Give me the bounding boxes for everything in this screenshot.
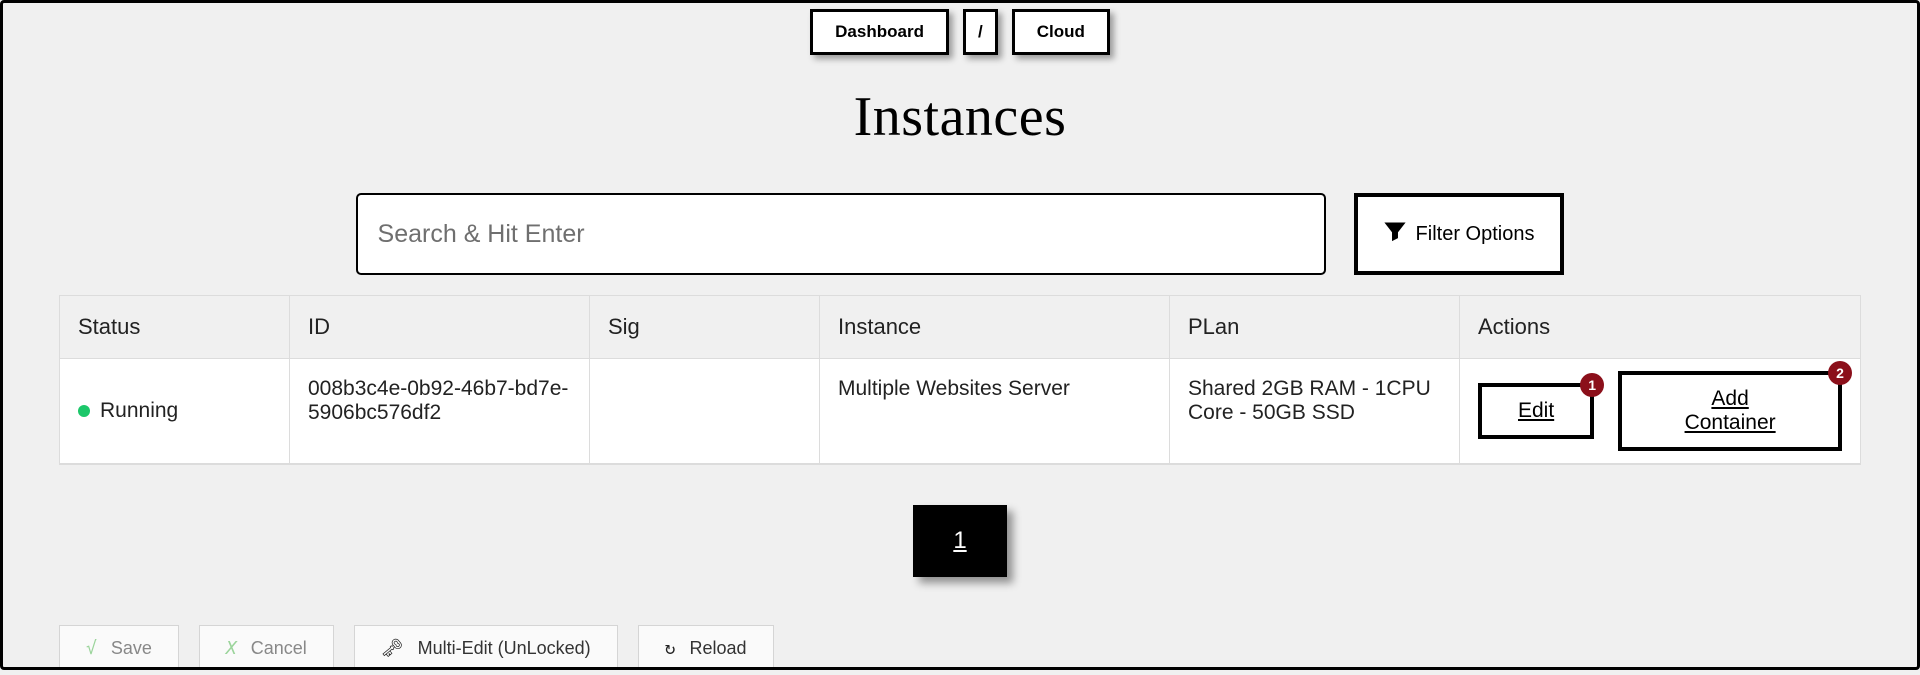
check-icon: √ bbox=[86, 638, 97, 659]
pagination: 1 bbox=[3, 505, 1917, 577]
status-label: Running bbox=[100, 399, 178, 423]
col-id: ID bbox=[290, 296, 590, 359]
col-plan: PLan bbox=[1170, 296, 1460, 359]
bottom-toolbar: √ Save X Cancel 🗝 Multi-Edit (UnLocked) … bbox=[59, 625, 1917, 670]
table-header-row: Status ID Sig Instance PLan Actions bbox=[60, 296, 1860, 359]
add-container-badge: 2 bbox=[1828, 361, 1852, 385]
save-button[interactable]: √ Save bbox=[59, 625, 179, 670]
add-container-label: Add Container bbox=[1685, 387, 1776, 434]
multi-edit-label: Multi-Edit (UnLocked) bbox=[418, 638, 591, 659]
cell-sig bbox=[590, 359, 820, 464]
page-1-button[interactable]: 1 bbox=[913, 505, 1007, 577]
page-title: Instances bbox=[3, 85, 1917, 149]
edit-label: Edit bbox=[1518, 399, 1554, 422]
edit-button[interactable]: Edit 1 bbox=[1478, 383, 1594, 439]
lock-open-icon: 🗝 bbox=[381, 638, 404, 659]
reload-icon: ↻ bbox=[665, 638, 676, 659]
breadcrumb-item-cloud[interactable]: Cloud bbox=[1012, 9, 1110, 55]
col-actions: Actions bbox=[1460, 296, 1860, 359]
edit-badge: 1 bbox=[1580, 373, 1604, 397]
reload-button[interactable]: ↻ Reload bbox=[638, 625, 774, 670]
multi-edit-button[interactable]: 🗝 Multi-Edit (UnLocked) bbox=[354, 625, 618, 670]
cancel-label: Cancel bbox=[251, 638, 307, 659]
col-sig: Sig bbox=[590, 296, 820, 359]
cancel-button[interactable]: X Cancel bbox=[199, 625, 334, 670]
breadcrumb-item-dashboard[interactable]: Dashboard bbox=[810, 9, 949, 55]
reload-label: Reload bbox=[690, 638, 747, 659]
cell-id: 008b3c4e-0b92-46b7-bd7e-5906bc576df2 bbox=[290, 359, 590, 464]
save-label: Save bbox=[111, 638, 152, 659]
search-input[interactable] bbox=[356, 193, 1326, 275]
funnel-icon bbox=[1384, 220, 1406, 248]
breadcrumb: Dashboard / Cloud bbox=[3, 9, 1917, 55]
filter-options-button[interactable]: Filter Options bbox=[1354, 193, 1565, 275]
col-instance: Instance bbox=[820, 296, 1170, 359]
add-container-button[interactable]: Add Container 2 bbox=[1618, 371, 1842, 451]
x-icon: X bbox=[226, 638, 237, 659]
table-row: Running 008b3c4e-0b92-46b7-bd7e-5906bc57… bbox=[60, 359, 1860, 464]
status-dot-icon bbox=[78, 405, 90, 417]
cell-instance: Multiple Websites Server bbox=[820, 359, 1170, 464]
instances-table: Status ID Sig Instance PLan Actions Runn… bbox=[59, 295, 1861, 465]
filter-options-label: Filter Options bbox=[1416, 223, 1535, 246]
cell-plan: Shared 2GB RAM - 1CPU Core - 50GB SSD bbox=[1170, 359, 1460, 464]
breadcrumb-separator: / bbox=[963, 9, 998, 55]
col-status: Status bbox=[60, 296, 290, 359]
